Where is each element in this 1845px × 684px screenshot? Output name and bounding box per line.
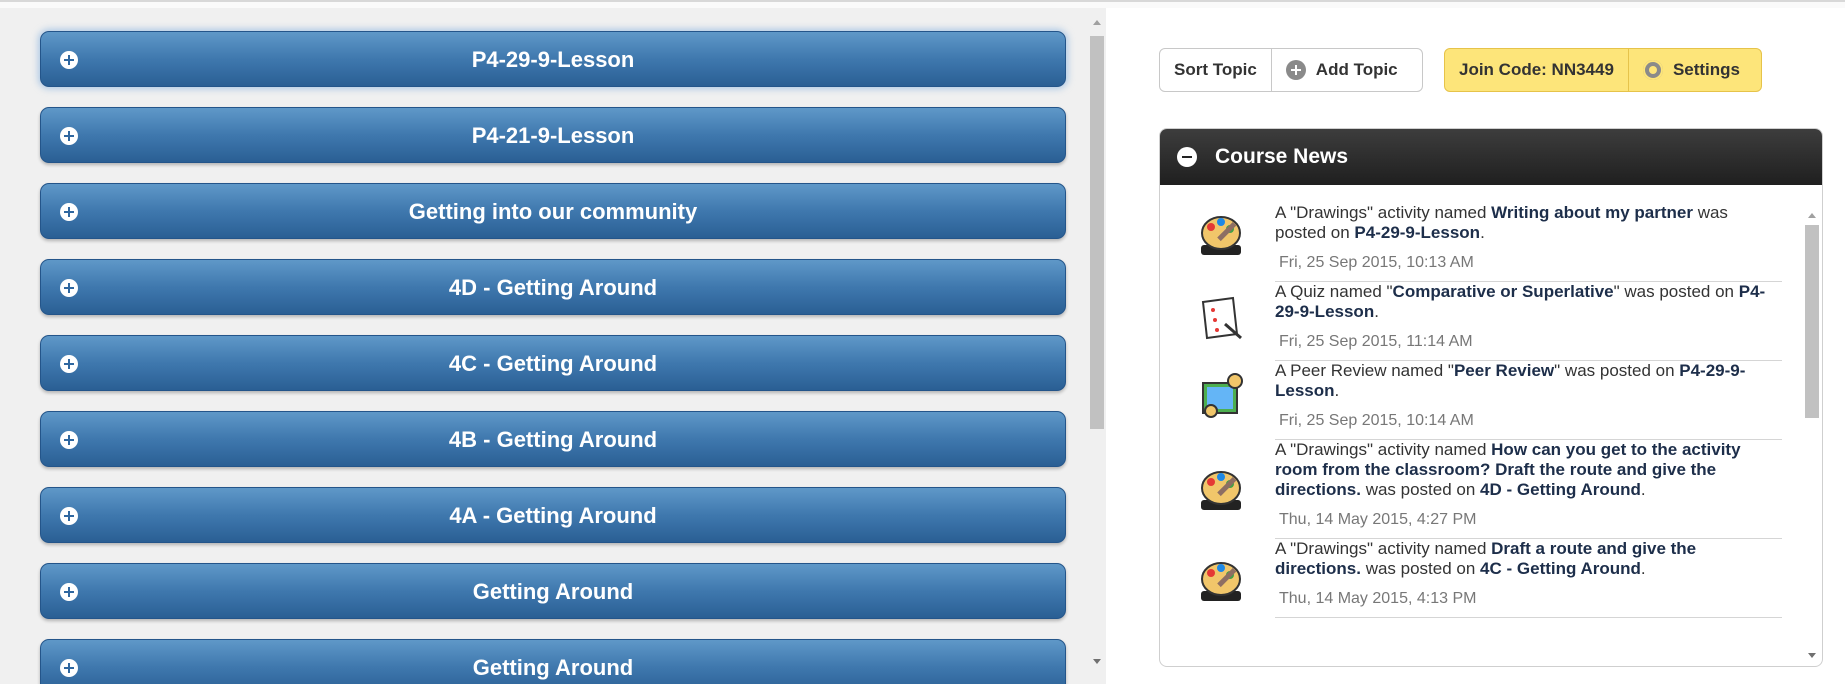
news-date: Fri, 25 Sep 2015, 10:14 AM xyxy=(1279,412,1474,429)
course-news-panel: Course News A "Drawings" activity named … xyxy=(1159,128,1823,667)
topic-link[interactable]: P4-29-9-Lesson xyxy=(1354,223,1480,242)
news-text: A Quiz named "Comparative or Superlative… xyxy=(1275,282,1775,322)
drawings-icon xyxy=(1195,555,1249,609)
news-text-fragment: was posted on xyxy=(1360,559,1481,578)
add-topic-label: Add Topic xyxy=(1315,60,1398,79)
settings-button[interactable]: Settings xyxy=(1629,49,1754,91)
settings-label: Settings xyxy=(1672,60,1740,79)
news-item: A Peer Review named "Peer Review" was po… xyxy=(1202,361,1782,440)
join-code-badge[interactable]: Join Code: NN3449 xyxy=(1445,49,1629,91)
scroll-up-arrow-icon[interactable] xyxy=(1093,20,1101,25)
news-text-fragment: " was posted on xyxy=(1613,282,1739,301)
activity-link[interactable]: Comparative or Superlative xyxy=(1393,282,1614,301)
news-text-fragment: . xyxy=(1640,480,1646,499)
topic-title: 4D - Getting Around xyxy=(448,275,658,300)
scroll-down-arrow-icon[interactable] xyxy=(1093,659,1101,664)
news-date: Fri, 25 Sep 2015, 11:14 AM xyxy=(1279,333,1473,350)
news-text-fragment: . xyxy=(1334,381,1340,400)
top-border xyxy=(0,0,1845,8)
drawings-icon xyxy=(1195,209,1249,263)
scroll-up-arrow-icon[interactable] xyxy=(1808,213,1816,218)
topic-link[interactable]: 4C - Getting Around xyxy=(1480,559,1641,578)
topic-link[interactable]: 4D - Getting Around xyxy=(1480,480,1641,499)
topic-title: P4-21-9-Lesson xyxy=(471,123,635,148)
news-text-fragment: A Quiz named " xyxy=(1275,282,1393,301)
news-text-fragment: A "Drawings" activity named xyxy=(1275,440,1492,459)
topic-title: P4-29-9-Lesson xyxy=(471,47,635,72)
news-scrollbar[interactable] xyxy=(1804,203,1820,663)
add-topic-button[interactable]: Add Topic xyxy=(1272,49,1412,91)
topic-bar[interactable]: Getting Around xyxy=(40,563,1066,619)
news-list: A "Drawings" activity named Writing abou… xyxy=(1160,203,1782,618)
news-date: Thu, 14 May 2015, 4:27 PM xyxy=(1279,511,1477,528)
topic-bar[interactable]: P4-29-9-Lesson xyxy=(40,31,1066,87)
news-item: A Quiz named "Comparative or Superlative… xyxy=(1201,282,1782,361)
news-item: A "Drawings" activity named Draft a rout… xyxy=(1201,539,1782,618)
news-text-fragment: . xyxy=(1480,223,1485,242)
gear-icon xyxy=(1642,60,1663,80)
topic-bar[interactable]: 4A - Getting Around xyxy=(40,487,1066,543)
news-item: A "Drawings" activity named How can you … xyxy=(1201,440,1782,539)
scrollbar-thumb[interactable] xyxy=(1805,225,1819,418)
topics-panel: P4-29-9-Lesson P4-21-9-Lesson Getting into… xyxy=(0,8,1106,684)
topic-actions: Sort Topic Add Topic xyxy=(1159,48,1423,92)
course-actions: Join Code: NN3449 Settings xyxy=(1444,48,1762,92)
news-text: A "Drawings" activity named Draft a rout… xyxy=(1275,539,1775,579)
topic-bar[interactable]: 4D - Getting Around xyxy=(40,259,1066,315)
news-date: Thu, 14 May 2015, 4:13 PM xyxy=(1279,590,1477,607)
scroll-down-arrow-icon[interactable] xyxy=(1808,653,1816,658)
topic-title: 4C - Getting Around xyxy=(448,351,658,376)
drawings-icon xyxy=(1195,464,1249,518)
news-text-fragment: . xyxy=(1374,302,1379,321)
news-text: A "Drawings" activity named How can you … xyxy=(1275,440,1775,500)
news-date: Fri, 25 Sep 2015, 10:13 AM xyxy=(1279,254,1474,271)
news-text-fragment: A "Drawings" activity named xyxy=(1275,539,1492,558)
course-news-title: Course News xyxy=(1215,145,1349,168)
topic-title: 4A - Getting Around xyxy=(449,503,657,528)
join-code-label: Join Code: NN3449 xyxy=(1459,60,1614,79)
topic-bar[interactable]: 4B - Getting Around xyxy=(40,411,1066,467)
topic-title: Getting into our community xyxy=(408,199,698,224)
topic-bar[interactable]: 4C - Getting Around xyxy=(40,335,1066,391)
news-text-fragment: A Peer Review named " xyxy=(1275,361,1454,380)
plus-circle-icon xyxy=(1285,60,1306,80)
topics-scrollbar[interactable] xyxy=(1088,8,1106,684)
topic-bar[interactable]: Getting into our community xyxy=(40,183,1066,239)
topic-title: Getting Around xyxy=(472,655,634,680)
sort-topic-label: Sort Topic xyxy=(1174,60,1257,79)
course-news-header[interactable]: Course News xyxy=(1160,129,1822,185)
peer-review-icon xyxy=(1195,369,1249,423)
collapse-minus-icon[interactable] xyxy=(1177,147,1197,167)
news-text-fragment: A "Drawings" activity named xyxy=(1275,203,1492,222)
topic-bar[interactable]: Getting Around xyxy=(40,639,1066,684)
activity-link[interactable]: Peer Review xyxy=(1454,361,1554,380)
news-item: A "Drawings" activity named Writing abou… xyxy=(1201,203,1782,282)
activity-link[interactable]: Writing about my partner xyxy=(1491,203,1693,222)
topic-list: P4-29-9-Lesson P4-21-9-Lesson Getting into… xyxy=(40,31,1066,684)
news-text: A Peer Review named "Peer Review" was po… xyxy=(1275,361,1775,401)
news-text-fragment: " was posted on xyxy=(1554,361,1680,380)
news-text-fragment: was posted on xyxy=(1360,480,1481,499)
topic-title: 4B - Getting Around xyxy=(448,427,658,452)
topic-title: Getting Around xyxy=(472,579,634,604)
news-text-fragment: . xyxy=(1640,559,1646,578)
topic-bar[interactable]: P4-21-9-Lesson xyxy=(40,107,1066,163)
news-body: A "Drawings" activity named Writing abou… xyxy=(1160,185,1822,666)
quiz-icon xyxy=(1195,292,1249,346)
sort-topic-button[interactable]: Sort Topic xyxy=(1160,49,1272,91)
scrollbar-thumb[interactable] xyxy=(1090,36,1104,429)
news-text: A "Drawings" activity named Writing abou… xyxy=(1275,203,1775,243)
